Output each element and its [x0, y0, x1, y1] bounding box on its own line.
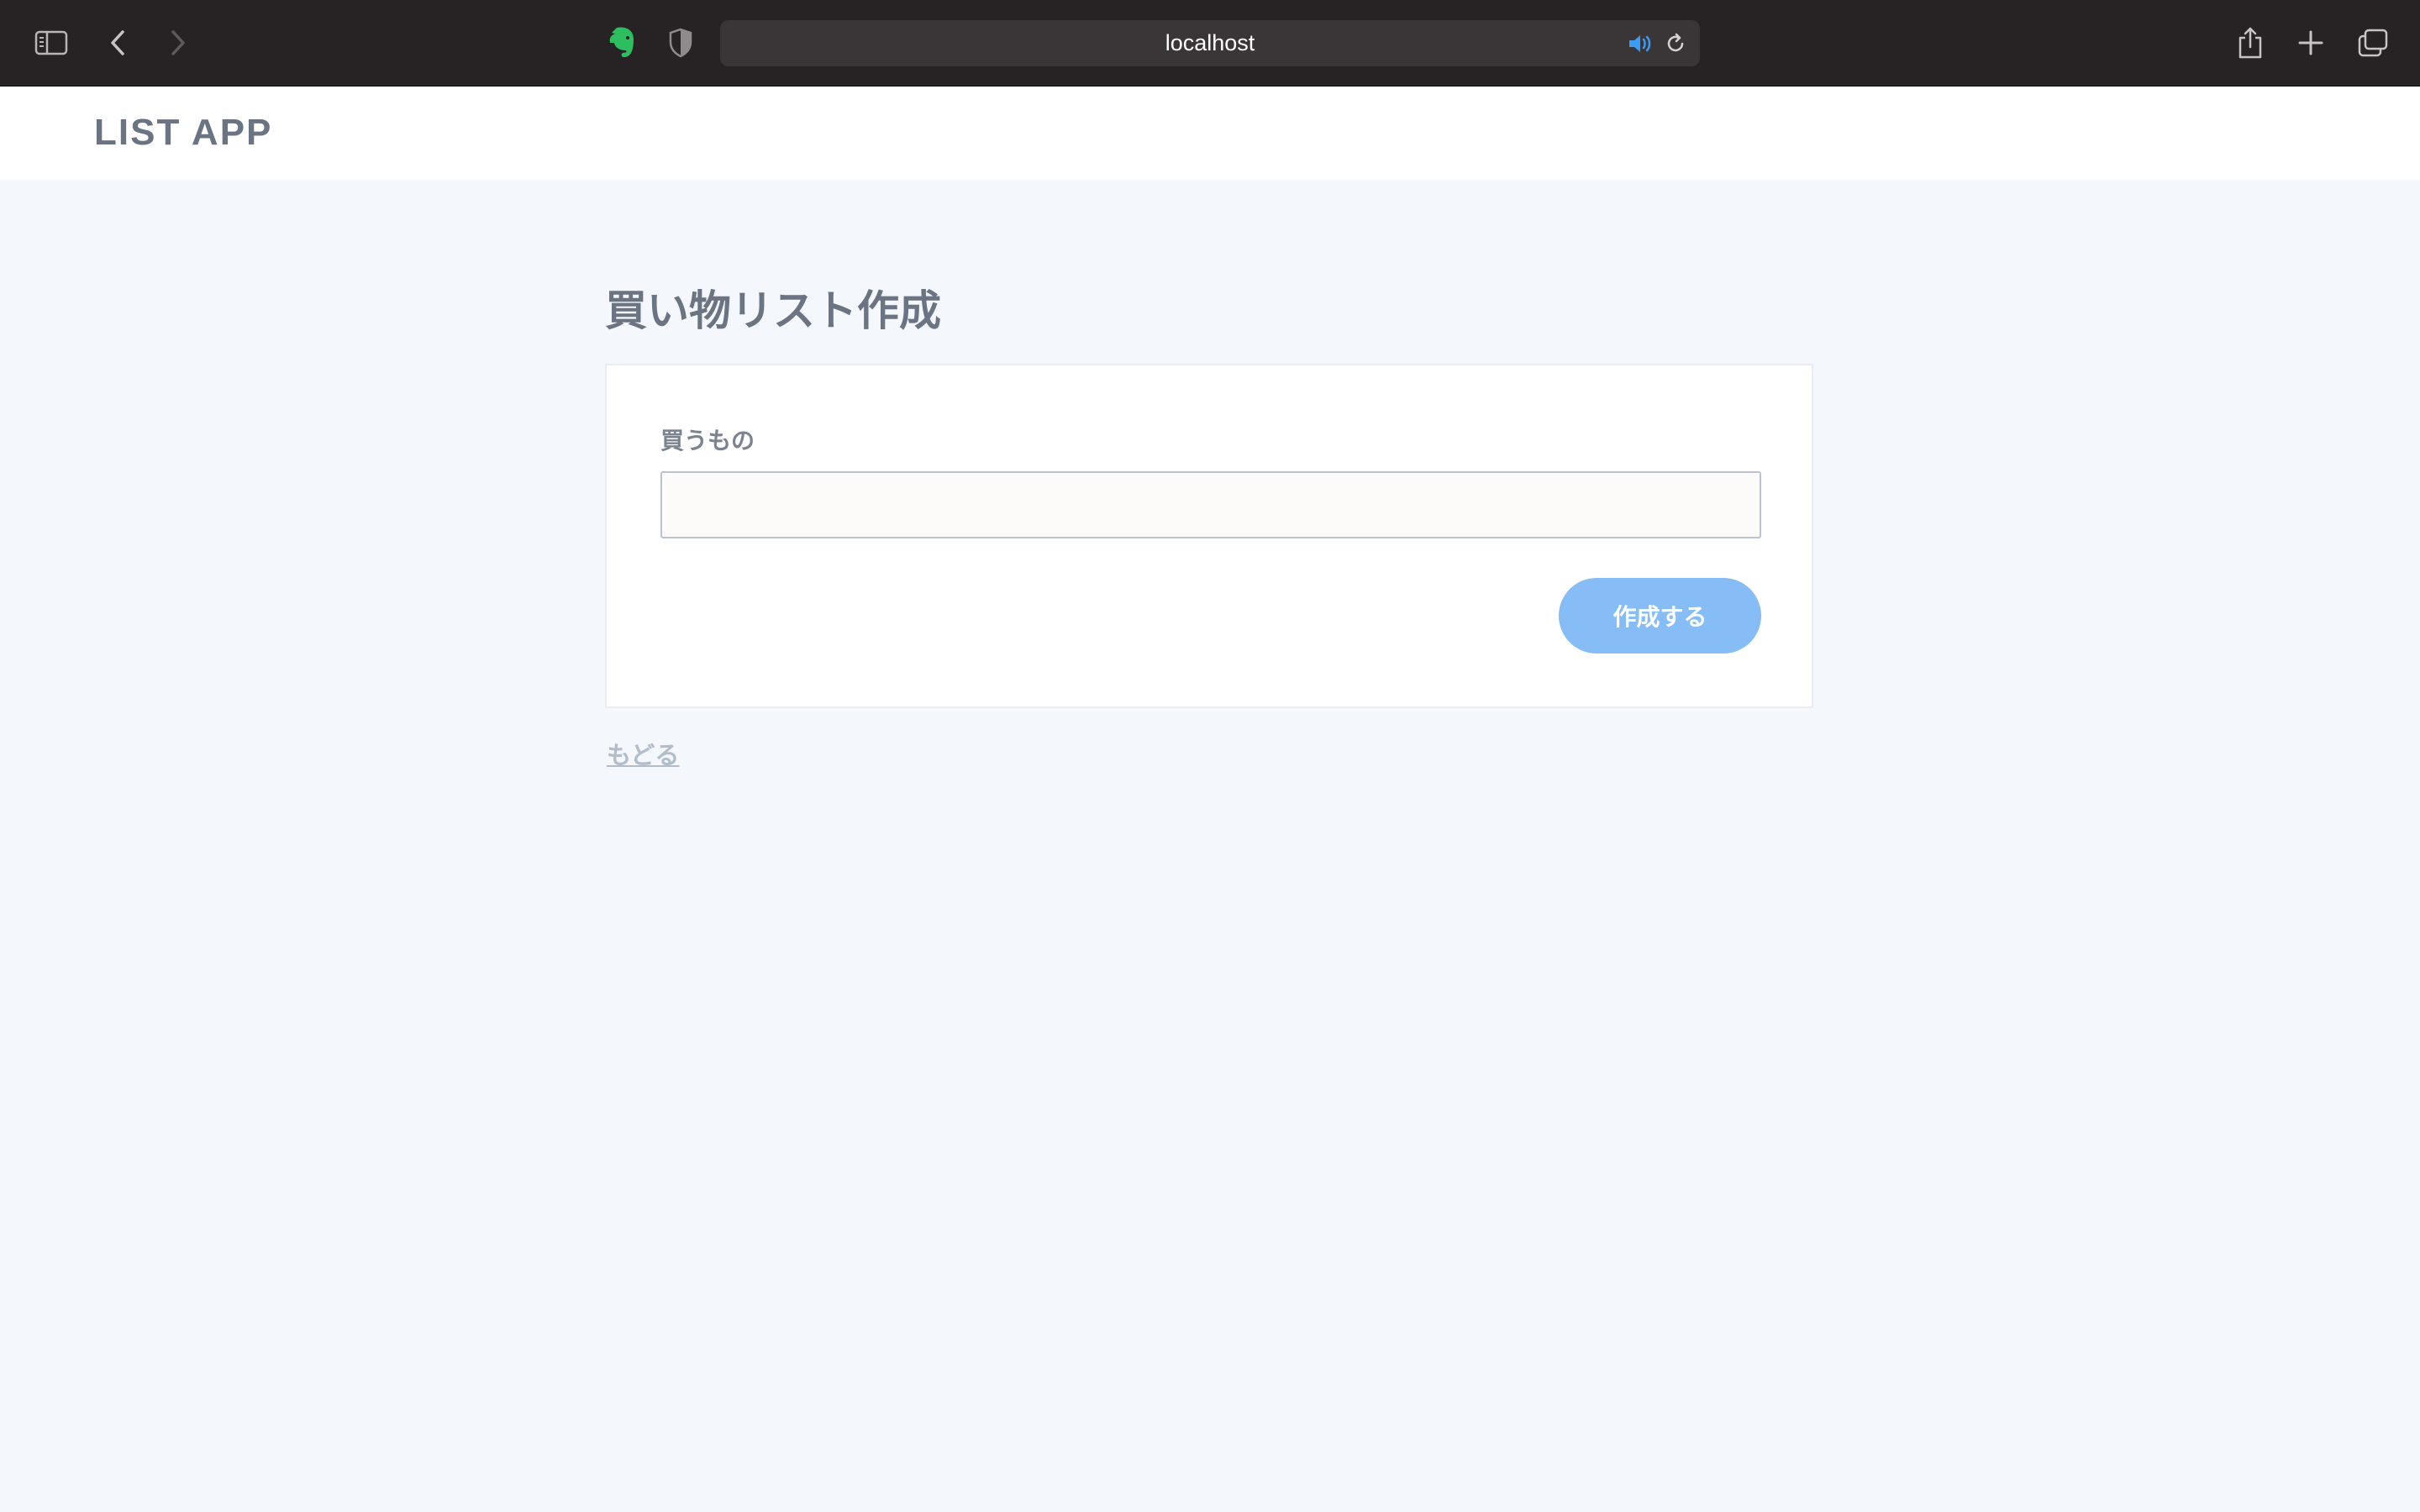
page-title: 買い物リスト作成 — [605, 286, 941, 335]
item-field-label: 買うもの — [660, 427, 755, 454]
create-list-form: 買うもの 作成する — [605, 364, 1813, 708]
create-button[interactable]: 作成する — [1559, 578, 1761, 654]
back-link[interactable]: もどる — [607, 736, 679, 771]
evernote-elephant-icon[interactable] — [605, 25, 639, 60]
app-header: LIST APP — [0, 87, 2420, 180]
chevron-left-icon[interactable] — [104, 25, 131, 60]
address-bar[interactable]: localhost — [720, 20, 1700, 66]
speaker-icon[interactable] — [1626, 30, 1653, 57]
app-title[interactable]: LIST APP — [94, 112, 272, 154]
shield-icon[interactable] — [666, 25, 696, 60]
browser-toolbar: localhost — [0, 0, 2420, 87]
item-input[interactable] — [660, 471, 1761, 538]
tab-overview-icon[interactable] — [2356, 25, 2390, 60]
chevron-right-icon[interactable] — [165, 25, 192, 60]
share-icon[interactable] — [2235, 24, 2265, 62]
reload-icon[interactable] — [1662, 30, 1689, 57]
url-text[interactable]: localhost — [720, 20, 1700, 66]
sidebar-toggle-icon[interactable] — [34, 25, 69, 60]
plus-icon[interactable] — [2296, 27, 2326, 59]
